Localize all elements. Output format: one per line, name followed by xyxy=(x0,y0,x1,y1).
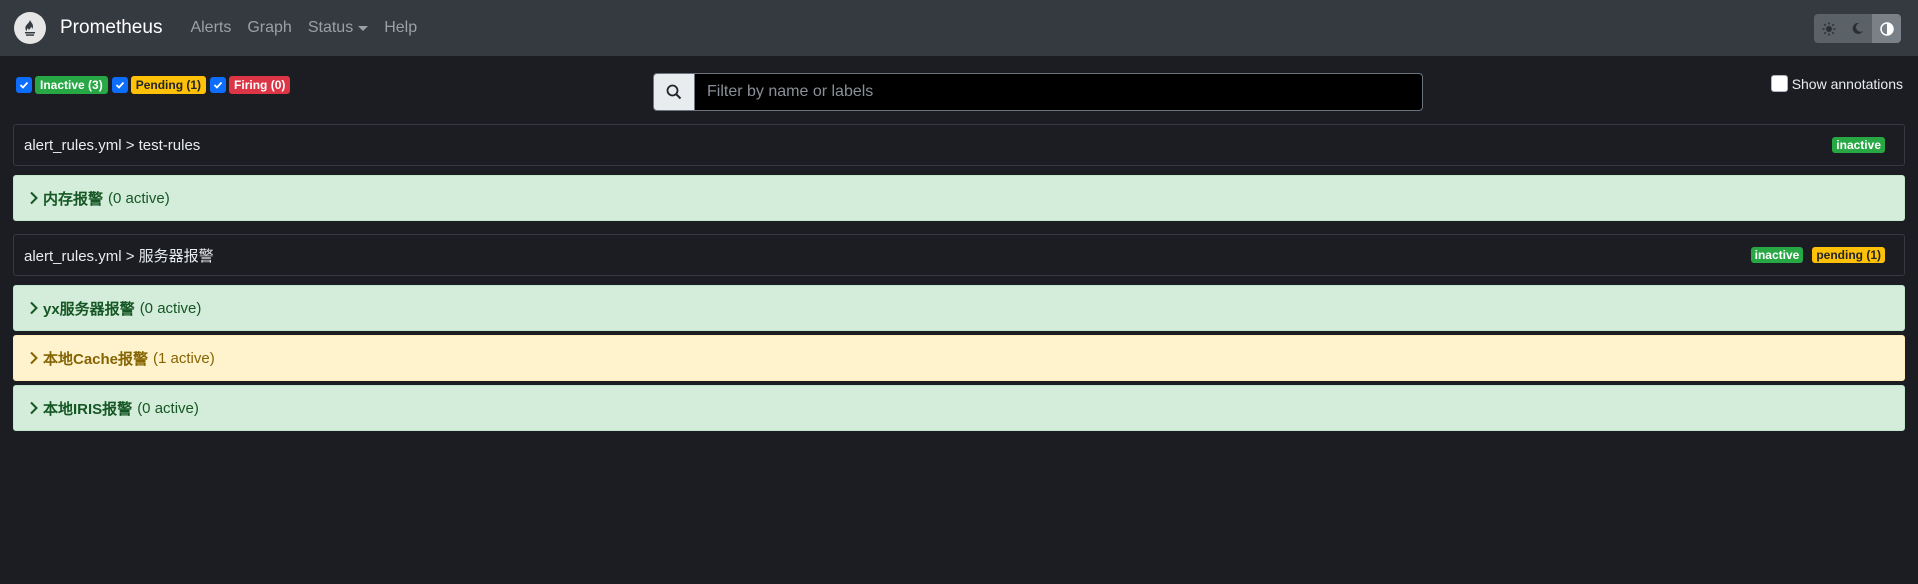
alert-rule-name: yx服务器报警 xyxy=(43,300,135,318)
pending-badge: pending (1) xyxy=(1812,247,1885,263)
inactive-filter-badge[interactable]: Inactive (3) xyxy=(35,76,108,94)
group-header: alert_rules.yml > test-rules inactive xyxy=(13,124,1905,166)
alert-rule[interactable]: 本地IRIS报警 (0 active) xyxy=(13,385,1905,431)
alert-rule-status: (0 active) xyxy=(108,189,170,207)
pending-checkbox[interactable] xyxy=(111,77,128,93)
group-header: alert_rules.yml > 服务器报警 inactive pending… xyxy=(13,234,1905,276)
inactive-badge: inactive xyxy=(1832,137,1885,153)
group-badges: inactive pending (1) xyxy=(1750,247,1889,263)
group-title: alert_rules.yml > 服务器报警 xyxy=(24,247,214,265)
nav-alerts[interactable]: Alerts xyxy=(190,19,231,37)
firing-checkbox[interactable] xyxy=(210,77,227,93)
alert-rule-name: 内存报警 xyxy=(43,190,104,208)
inactive-checkbox[interactable] xyxy=(16,77,32,93)
alert-rule[interactable]: yx服务器报警 (0 active) xyxy=(13,285,1905,331)
nav-status[interactable]: Status xyxy=(307,19,369,37)
pending-filter-badge[interactable]: Pending (1) xyxy=(130,76,207,94)
nav-status-label: Status xyxy=(307,19,354,36)
inactive-badge: inactive xyxy=(1750,247,1804,263)
alert-rule[interactable]: 内存报警 (0 active) xyxy=(13,175,1905,221)
caret-down-icon xyxy=(358,25,369,31)
chevron-right-icon xyxy=(29,191,39,205)
alert-rule-status: (1 active) xyxy=(153,349,215,367)
chevron-right-icon xyxy=(29,301,39,315)
nav-graph[interactable]: Graph xyxy=(247,19,291,37)
moon-icon[interactable] xyxy=(1843,14,1872,43)
brand[interactable]: Prometheus xyxy=(60,17,162,39)
alert-controls: Inactive (3) Pending (1) Firing (0) Show… xyxy=(0,56,1918,124)
state-filters: Inactive (3) Pending (1) Firing (0) xyxy=(16,76,294,94)
show-annotations-label: Show annotations xyxy=(1791,75,1903,92)
nav-help[interactable]: Help xyxy=(384,19,417,37)
alert-rule[interactable]: 本地Cache报警 (1 active) xyxy=(13,335,1905,381)
contrast-icon[interactable] xyxy=(1872,14,1901,43)
prometheus-logo-icon[interactable] xyxy=(14,12,46,44)
group-badges: inactive xyxy=(1832,137,1889,153)
show-annotations-toggle[interactable]: Show annotations xyxy=(1770,75,1903,92)
show-annotations-checkbox[interactable] xyxy=(1770,75,1788,92)
search-input[interactable] xyxy=(695,73,1423,111)
alert-rule-status: (0 active) xyxy=(137,399,199,417)
group-title: alert_rules.yml > test-rules xyxy=(24,136,201,154)
chevron-right-icon xyxy=(29,351,39,365)
alert-rule-name: 本地Cache报警 xyxy=(43,350,149,368)
alert-rule-name: 本地IRIS报警 xyxy=(43,400,133,418)
alert-rule-status: (0 active) xyxy=(139,299,202,317)
firing-filter-badge[interactable]: Firing (0) xyxy=(229,76,291,94)
chevron-right-icon xyxy=(29,401,39,415)
search-icon xyxy=(653,73,695,111)
sun-icon[interactable] xyxy=(1814,14,1843,43)
search-group xyxy=(653,73,1423,111)
navbar: Prometheus Alerts Graph Status Help xyxy=(0,0,1918,56)
theme-toggle-group xyxy=(1814,14,1901,43)
rule-groups: alert_rules.yml > test-rules inactive 内存… xyxy=(0,124,1918,431)
